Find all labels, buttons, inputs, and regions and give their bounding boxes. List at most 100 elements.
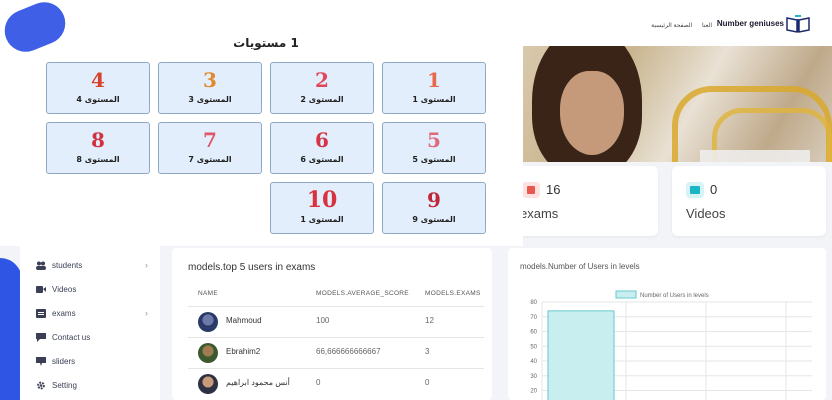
- table-row[interactable]: أنس محمود ابراهيم 0 0: [188, 369, 484, 399]
- sidebar-item-label: Videos: [52, 284, 77, 294]
- users-icon: [36, 261, 46, 270]
- legend-swatch[interactable]: [615, 290, 637, 299]
- users-in-levels-chart-panel: models.Number of Users in levels Number …: [508, 248, 826, 400]
- hero-face-shape: [560, 71, 624, 155]
- level-number: 1: [427, 68, 441, 92]
- video-stat-icon: [686, 182, 704, 198]
- top-header: العنا الصفحة الرئيسية Number geniuses: [508, 0, 832, 46]
- level-label: المستوى 5: [412, 155, 456, 164]
- chat-icon: [36, 332, 46, 342]
- level-card[interactable]: 4 المستوى 4: [46, 62, 150, 114]
- user-exams: 12: [425, 316, 434, 325]
- level-number: 4: [91, 68, 105, 92]
- level-number: 9: [427, 188, 441, 212]
- level-number: 8: [91, 128, 105, 152]
- table-row[interactable]: Mahmoud 100 12: [188, 307, 484, 337]
- sidebar-item-sliders[interactable]: sliders: [36, 352, 154, 370]
- sidebar-item-students[interactable]: students ›: [36, 256, 154, 274]
- gear-icon: [37, 381, 45, 389]
- panel-title: models.top 5 users in exams: [188, 262, 316, 273]
- sidebar-item-label: Contact us: [52, 332, 91, 342]
- sidebar-item-label: exams: [52, 308, 76, 318]
- sidebar-item-label: sliders: [52, 356, 76, 366]
- y-tick-label: 60: [530, 330, 537, 336]
- brand-name[interactable]: Number geniuses: [717, 19, 784, 28]
- user-score: 100: [316, 316, 330, 325]
- hero-strip: [700, 150, 810, 162]
- stat-value: 16: [546, 182, 561, 197]
- exam-icon: [36, 308, 46, 318]
- level-label: المستوى 1: [300, 215, 344, 224]
- level-label: المستوى 1: [412, 95, 456, 104]
- table-row[interactable]: Ebrahim2 66,666666666667 3: [188, 338, 484, 368]
- hero-image: [522, 46, 832, 162]
- level-label: المستوى 6: [300, 155, 344, 164]
- stat-label: Videos: [686, 206, 726, 221]
- y-tick-label: 50: [530, 344, 537, 350]
- sidebar-item-exams[interactable]: exams ›: [36, 304, 154, 322]
- level-card[interactable]: 7 المستوى 7: [158, 122, 262, 174]
- y-tick-label: 40: [530, 359, 537, 365]
- avatar: [198, 343, 218, 363]
- y-tick-label: 70: [530, 315, 537, 321]
- avatar: [198, 312, 218, 332]
- y-tick-label: 20: [530, 389, 537, 395]
- user-name: Ebrahim2: [226, 347, 261, 356]
- book-logo-icon: [786, 15, 810, 33]
- level-label: المستوى 3: [188, 95, 232, 104]
- level-label: المستوى 7: [188, 155, 232, 164]
- level-label: المستوى 9: [412, 215, 456, 224]
- stat-card-exams[interactable]: 16 exams: [508, 166, 658, 236]
- user-score: 66,666666666667: [316, 347, 381, 356]
- level-card[interactable]: 10 المستوى 1: [270, 182, 374, 234]
- y-tick-label: 80: [530, 300, 537, 306]
- user-score: 0: [316, 378, 321, 387]
- legend-label[interactable]: Number of Users in levels: [640, 293, 709, 299]
- level-card[interactable]: 3 المستوى 3: [158, 62, 262, 114]
- level-card[interactable]: 1 المستوى 1: [382, 62, 486, 114]
- levels-overlay: 1 مستويات 4 المستوى 4 3 المستوى 3 2 المستوى 2…: [0, 0, 523, 246]
- level-label: المستوى 2: [300, 95, 344, 104]
- level-number: 5: [427, 128, 441, 152]
- column-header-exams[interactable]: MODELS.EXAMS: [425, 290, 481, 297]
- level-card[interactable]: 8 المستوى 8: [46, 122, 150, 174]
- user-exams: 3: [425, 347, 430, 356]
- level-label: المستوى 8: [76, 155, 120, 164]
- level-number: 2: [315, 68, 329, 92]
- exam-stat-icon: [522, 182, 540, 198]
- level-number: 3: [203, 68, 217, 92]
- avatar: [198, 374, 218, 394]
- level-card[interactable]: 9 المستوى 9: [382, 182, 486, 234]
- level-card[interactable]: 6 المستوى 6: [270, 122, 374, 174]
- sidebar-item-label: students: [52, 260, 83, 270]
- stat-card-videos[interactable]: 0 Videos: [672, 166, 826, 236]
- stat-value: 0: [710, 182, 718, 197]
- column-header-average-score[interactable]: MODELS.AVERAGE_SCORE: [316, 290, 409, 297]
- sidebar-item-videos[interactable]: Videos: [36, 280, 154, 298]
- user-name: Mahmoud: [226, 316, 262, 325]
- level-number: 7: [203, 128, 217, 152]
- sidebar-item-setting[interactable]: Setting: [36, 376, 154, 394]
- levels-title: 1 مستويات: [233, 36, 299, 50]
- bar-chart: Number of Users in levels807060504030201…: [530, 290, 812, 400]
- sidebar-item-label: Setting: [52, 380, 77, 390]
- slider-icon: [36, 356, 46, 366]
- level-label: المستوى 4: [76, 95, 120, 104]
- nav-item-more[interactable]: العنا: [702, 23, 712, 29]
- sidebar-item-contact-us[interactable]: Contact us: [36, 328, 154, 346]
- nav-item-home[interactable]: الصفحة الرئيسية: [651, 23, 692, 29]
- header-nav: العنا الصفحة الرئيسية: [643, 22, 712, 29]
- stat-label: exams: [520, 206, 559, 221]
- user-name: أنس محمود ابراهيم: [226, 378, 290, 387]
- sidebar: students › Videos exams › Contact us sli…: [20, 246, 160, 400]
- top-users-panel: models.top 5 users in exams NAME MODELS.…: [172, 248, 492, 400]
- user-exams: 0: [425, 378, 430, 387]
- level-card[interactable]: 2 المستوى 2: [270, 62, 374, 114]
- level-number: 6: [315, 128, 329, 152]
- video-icon: [36, 285, 46, 293]
- column-header-name[interactable]: NAME: [198, 290, 218, 297]
- y-tick-label: 30: [530, 374, 537, 380]
- level-card[interactable]: 5 المستوى 5: [382, 122, 486, 174]
- level-number: 10: [306, 187, 338, 213]
- bar[interactable]: [547, 310, 615, 400]
